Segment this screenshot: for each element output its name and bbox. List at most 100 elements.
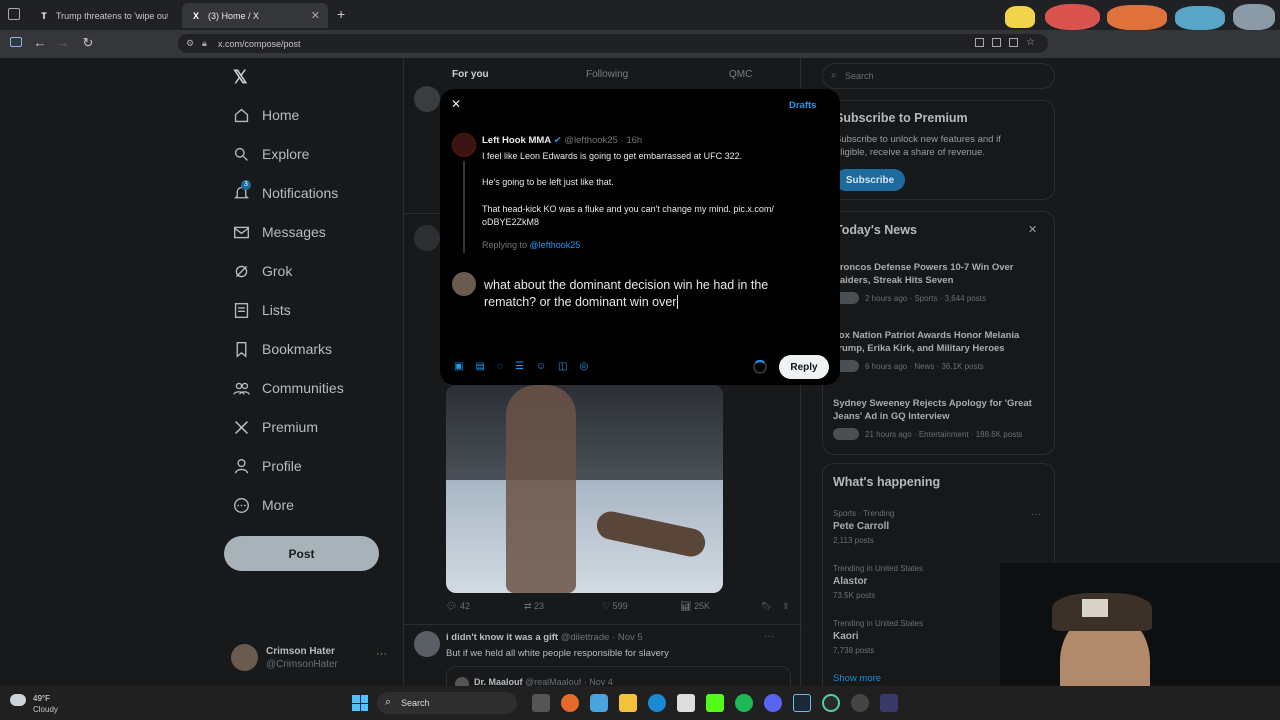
more-dots-icon[interactable]: ···	[764, 631, 774, 642]
store-icon[interactable]	[677, 694, 695, 712]
kick-icon[interactable]	[706, 694, 724, 712]
sidebar-toggle-icon[interactable]	[10, 37, 22, 47]
nav-item-more[interactable]: More	[232, 490, 294, 520]
tab-for-you[interactable]: For you	[452, 69, 489, 80]
schedule-icon[interactable]: ◫	[558, 361, 567, 375]
original-text-2: He's going to be left just like that.	[482, 177, 614, 187]
discord-icon[interactable]	[764, 694, 782, 712]
news-item[interactable]: Sydney Sweeney Rejects Apology for 'Grea…	[833, 397, 1048, 457]
new-tab-icon[interactable]: +	[337, 6, 345, 22]
nav-item-communities[interactable]: Communities	[232, 373, 344, 403]
favorite-star-icon[interactable]: ☆	[1026, 38, 1035, 50]
quoted-author: Dr. Maalouf	[474, 677, 523, 686]
close-tab-icon[interactable]: ✕	[311, 9, 320, 22]
gif-icon[interactable]: ▤	[475, 361, 484, 375]
more-dots-icon[interactable]: ···	[376, 648, 387, 660]
nav-item-explore[interactable]: Explore	[232, 139, 309, 169]
news-item[interactable]: Fox Nation Patriot Awards Honor Melania T…	[833, 329, 1048, 389]
news-headline: Broncos Defense Powers 10-7 Win Over	[833, 262, 1014, 273]
next-post-header: i didn't know it was a gift @dilettrade …	[446, 632, 643, 643]
copilot-icon[interactable]	[590, 694, 608, 712]
media-icon[interactable]: ▣	[454, 361, 463, 375]
browser-tab-news[interactable]: T Trump threatens to 'wipe out' Isr	[30, 3, 180, 28]
spotify-icon[interactable]	[735, 694, 753, 712]
emoji-icon[interactable]: ☺	[536, 361, 546, 375]
nav-item-notifications[interactable]: 3 Notifications	[232, 178, 338, 208]
compose-toolbar: ▣ ▤ ◌ ☰ ☺ ◫ ◎	[454, 361, 588, 375]
search-box[interactable]: ⌕ Search	[822, 63, 1055, 89]
post-image[interactable]	[446, 385, 723, 593]
replying-handle[interactable]: @lefthook25	[530, 240, 581, 250]
close-icon[interactable]: ✕	[451, 97, 461, 111]
bookmark-icon[interactable]: 🔖︎	[761, 601, 772, 612]
split-icon[interactable]	[992, 38, 1001, 47]
nav-item-messages[interactable]: Messages	[232, 217, 326, 247]
taskbar-search[interactable]: ⌕ Search	[377, 692, 517, 714]
file-explorer-icon[interactable]	[619, 694, 637, 712]
firefox-icon[interactable]	[561, 694, 579, 712]
news-meta: 2 hours ago · Sports · 3,644 posts	[865, 293, 986, 303]
like-action[interactable]: ♡ 599	[602, 601, 628, 612]
original-text-1: I feel like Leon Edwards is going to get…	[482, 151, 743, 161]
nav-item-lists[interactable]: Lists	[232, 295, 291, 325]
subscribe-button[interactable]: Subscribe	[835, 169, 905, 191]
reply-button[interactable]: Reply	[779, 355, 829, 379]
tab-following[interactable]: Following	[586, 69, 628, 80]
news-box: Today's News ✕ Broncos Defense Powers 10…	[822, 211, 1055, 455]
reply-text-line-1: what about the dominant decision win he …	[484, 278, 769, 292]
reader-icon[interactable]	[975, 38, 984, 47]
reply-action[interactable]: 💬︎ 42	[446, 601, 470, 612]
download-icon[interactable]	[1009, 38, 1018, 47]
share-icon[interactable]: ⇪	[782, 601, 790, 612]
original-time: 16h	[626, 135, 643, 146]
post-handle[interactable]: @dilettrade	[561, 632, 610, 643]
steam-icon[interactable]	[793, 694, 811, 712]
repost-action[interactable]: ⇄ 23	[524, 601, 544, 612]
show-more-link[interactable]: Show more	[833, 673, 881, 684]
x-logo-icon[interactable]: 𝕏	[233, 67, 248, 88]
tab-actions-icon[interactable]	[8, 8, 20, 20]
windows-start-icon[interactable]	[352, 695, 368, 711]
account-switcher[interactable]: Crimson Hater @CrimsonHater ···	[231, 644, 391, 674]
location-icon[interactable]: ◎	[580, 361, 589, 375]
reload-icon[interactable]: ↻	[79, 35, 97, 51]
happening-title: What's happening	[833, 475, 941, 489]
nav-item-grok[interactable]: Grok	[232, 256, 292, 286]
back-icon[interactable]: ←	[31, 35, 49, 50]
browser-tab-x[interactable]: X (3) Home / X ✕	[182, 3, 328, 28]
obs-icon[interactable]	[851, 694, 869, 712]
tab-qmc[interactable]: QMC	[729, 69, 752, 80]
post-author[interactable]: i didn't know it was a gift	[446, 632, 558, 643]
url-field[interactable]: ⚙ 🔒︎ x.com/compose/post	[178, 34, 1048, 53]
task-view-icon[interactable]	[532, 694, 550, 712]
drafts-button[interactable]: Drafts	[789, 100, 816, 111]
edge-icon[interactable]	[648, 694, 666, 712]
more-dots-icon[interactable]: ···	[1031, 509, 1041, 520]
view-count: 25K	[693, 601, 710, 611]
avatar	[414, 225, 440, 251]
close-icon[interactable]: ✕	[1028, 223, 1037, 236]
site-info-icon[interactable]: ⚙	[186, 38, 194, 49]
news-item[interactable]: Broncos Defense Powers 10-7 Win Over Raid…	[833, 261, 1048, 321]
browser-tab-bar: T Trump threatens to 'wipe out' Isr X (3…	[0, 0, 1280, 30]
forward-icon[interactable]: →	[54, 35, 72, 50]
weather-widget[interactable]	[10, 692, 32, 710]
post-button[interactable]: Post	[224, 536, 379, 571]
nav-item-home[interactable]: Home	[232, 100, 299, 130]
poll-icon[interactable]: ☰	[515, 361, 524, 375]
news-headline: Fox Nation Patriot Awards Honor Melania	[833, 330, 1020, 341]
post-time[interactable]: Nov 5	[618, 632, 643, 643]
app-icon[interactable]	[880, 694, 898, 712]
reply-textarea[interactable]: what about the dominant decision win he …	[484, 277, 824, 317]
views-action[interactable]: 📊︎ 25K	[680, 601, 710, 612]
nav-item-profile[interactable]: Profile	[232, 451, 302, 481]
url-text: x.com/compose/post	[218, 38, 301, 49]
trend-item[interactable]: Sports · Trending Pete Carroll 2,113 posts…	[833, 509, 1048, 554]
app-icon[interactable]	[822, 694, 840, 712]
grok-icon[interactable]: ◌	[497, 361, 503, 375]
quoted-header: Dr. Maalouf @realMaalouf · Nov 4	[474, 677, 613, 686]
nav-item-bookmarks[interactable]: Bookmarks	[232, 334, 332, 364]
quoted-post[interactable]: Dr. Maalouf @realMaalouf · Nov 4	[446, 666, 791, 686]
nav-item-premium[interactable]: Premium	[232, 412, 318, 442]
original-handle: @lefthook25	[564, 135, 618, 146]
